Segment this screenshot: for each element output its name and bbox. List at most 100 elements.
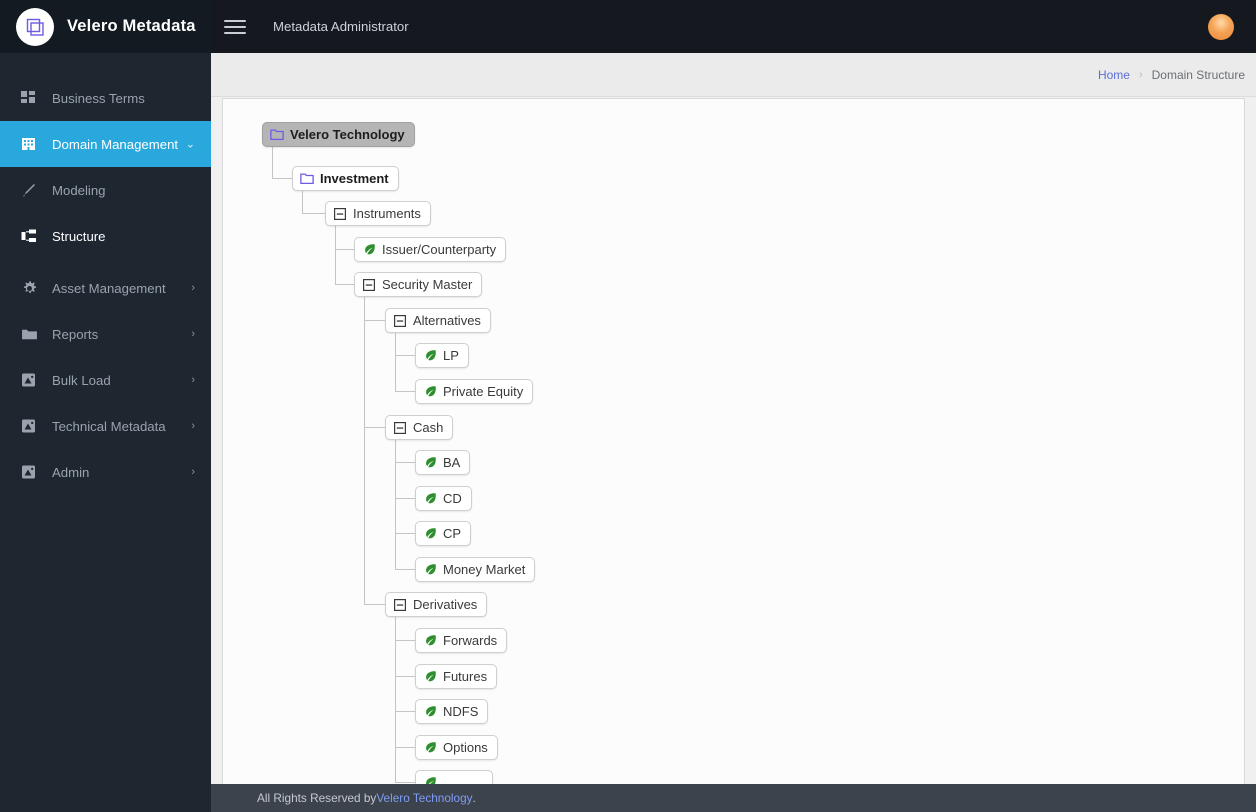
- leaf-icon: [423, 456, 437, 470]
- tree-connector-line: [395, 676, 415, 677]
- sidebar-item-label: Modeling: [52, 182, 106, 198]
- tree-node-label: Alternatives: [413, 313, 481, 328]
- sidebar-item-asset-management[interactable]: Asset Management ›: [0, 265, 211, 311]
- sidebar-item-domain-management[interactable]: Domain Management ⌄: [0, 121, 211, 167]
- grid-blocks-icon: [19, 88, 39, 108]
- sidebar-item-bulk-load[interactable]: Bulk Load ›: [0, 357, 211, 403]
- tree-node-label: Futures: [443, 669, 488, 684]
- tree-connector-line: [302, 213, 325, 214]
- minus-box-icon[interactable]: [393, 421, 407, 435]
- tree-node-label: Instruments: [353, 206, 421, 221]
- sidebar-item-business-terms[interactable]: Business Terms: [0, 75, 211, 121]
- chevron-right-icon: ›: [191, 420, 195, 432]
- folder-purple-icon: [270, 128, 284, 142]
- chevron-right-icon: ›: [191, 374, 195, 386]
- tree-node[interactable]: NDFS: [415, 699, 489, 724]
- footer-text-after: .: [472, 791, 476, 805]
- content-panel: Velero Technology Investment Instruments Is…: [222, 98, 1245, 784]
- tree-connector-line: [395, 533, 415, 534]
- sidebar-item-label: Structure: [52, 228, 106, 244]
- tree-node-label: NDFS: [443, 704, 479, 719]
- tree-node-label: Private Equity: [443, 384, 524, 399]
- gear-icon: [19, 278, 39, 298]
- tree-node-label: Security Master: [382, 277, 473, 292]
- sidebar-item-technical-metadata[interactable]: Technical Metadata ›: [0, 403, 211, 449]
- tree-node[interactable]: CD: [415, 486, 472, 511]
- domain-structure-tree: Velero Technology Investment Instruments Is…: [223, 99, 1244, 784]
- sidebar-item-reports[interactable]: Reports ›: [0, 311, 211, 357]
- tree-node[interactable]: Alternatives: [385, 308, 491, 333]
- tree-connector-line: [364, 297, 365, 604]
- leaf-icon: [423, 670, 437, 684]
- overlapping-squares-logo: [16, 7, 54, 46]
- tree-node[interactable]: Derivatives: [385, 592, 488, 617]
- sidebar-item-label: Admin: [52, 464, 90, 480]
- sidebar-nav: Business Terms Domain Management ⌄ Model…: [0, 53, 211, 495]
- tree-connector-line: [395, 747, 415, 748]
- leaf-icon: [423, 705, 437, 719]
- tree-node-label: Options: [443, 740, 488, 755]
- tree-node[interactable]: CP: [415, 521, 472, 546]
- tree-node[interactable]: Instruments: [325, 201, 431, 226]
- footer: All Rights Reserved by Velero Technology…: [211, 784, 1256, 812]
- tree-connector-line: [395, 462, 415, 463]
- tree-node[interactable]: Money Market: [415, 557, 536, 582]
- hamburger-icon[interactable]: [224, 14, 250, 40]
- tree-connector-line: [395, 782, 415, 783]
- tree-connector-line: [395, 640, 415, 641]
- leaf-icon: [423, 563, 437, 577]
- tree-node[interactable]: Forwards: [415, 628, 508, 653]
- footer-company-link[interactable]: Velero Technology: [376, 791, 472, 805]
- sidebar-item-label: Technical Metadata: [52, 418, 166, 434]
- leaf-icon: [423, 492, 437, 506]
- tree-connector-line: [395, 569, 415, 570]
- sidebar-item-structure[interactable]: Structure: [0, 213, 211, 259]
- tree-node-label: Forwards: [443, 633, 498, 648]
- image-square-icon: [19, 462, 39, 482]
- tree-node[interactable]: Velero Technology: [262, 122, 415, 147]
- chevron-right-icon: ›: [1138, 68, 1143, 81]
- brand-title: Velero Metadata: [67, 17, 196, 35]
- tree-node-label: Issuer/Counterparty: [382, 242, 497, 257]
- hamburger-bar: [224, 31, 246, 34]
- tree-connector-line: [272, 147, 273, 178]
- minus-box-icon[interactable]: [362, 278, 376, 292]
- tree-node[interactable]: Investment: [292, 166, 399, 191]
- tree-node[interactable]: Issuer/Counterparty: [354, 237, 507, 262]
- app-root: Velero Metadata Business Terms Domain Ma…: [0, 0, 1256, 812]
- tree-node[interactable]: LP: [415, 343, 469, 368]
- tree-node[interactable]: Security Master: [354, 272, 483, 297]
- tree-connector-line: [335, 226, 336, 284]
- tree-connector-line: [302, 191, 303, 213]
- leaf-icon: [423, 741, 437, 755]
- tree-node[interactable]: Cash: [385, 415, 454, 440]
- folder-purple-icon: [300, 172, 314, 186]
- minus-box-icon[interactable]: [393, 598, 407, 612]
- footer-text-before: All Rights Reserved by: [257, 791, 377, 805]
- tree-node-label: Velero Technology: [290, 127, 405, 142]
- minus-box-icon[interactable]: [333, 207, 347, 221]
- tree-node-label: Money Market: [443, 562, 526, 577]
- tree-node[interactable]: Options: [415, 735, 498, 760]
- tree-node[interactable]: [415, 770, 493, 784]
- minus-box-icon[interactable]: [393, 314, 407, 328]
- tree-node[interactable]: BA: [415, 450, 471, 475]
- page-title: Metadata Administrator: [273, 19, 409, 34]
- tree-node[interactable]: Futures: [415, 664, 498, 689]
- sitemap-icon: [19, 226, 39, 246]
- sidebar-item-admin[interactable]: Admin ›: [0, 449, 211, 495]
- sidebar-item-label: Reports: [52, 326, 99, 342]
- brand[interactable]: Velero Metadata: [0, 0, 211, 53]
- tree-node[interactable]: Private Equity: [415, 379, 534, 404]
- chevron-right-icon: ›: [191, 282, 195, 294]
- chevron-down-icon: ⌄: [185, 138, 195, 151]
- sidebar-item-modeling[interactable]: Modeling: [0, 167, 211, 213]
- tree-connector-line: [364, 320, 385, 321]
- pen-nib-icon: [19, 180, 39, 200]
- tree-node-label: LP: [443, 348, 459, 363]
- tree-connector-line: [395, 391, 415, 392]
- tree-node-label: Derivatives: [413, 597, 478, 612]
- breadcrumb-home[interactable]: Home: [1098, 68, 1130, 82]
- avatar[interactable]: [1208, 13, 1234, 40]
- top-bar: Metadata Administrator: [211, 0, 1256, 53]
